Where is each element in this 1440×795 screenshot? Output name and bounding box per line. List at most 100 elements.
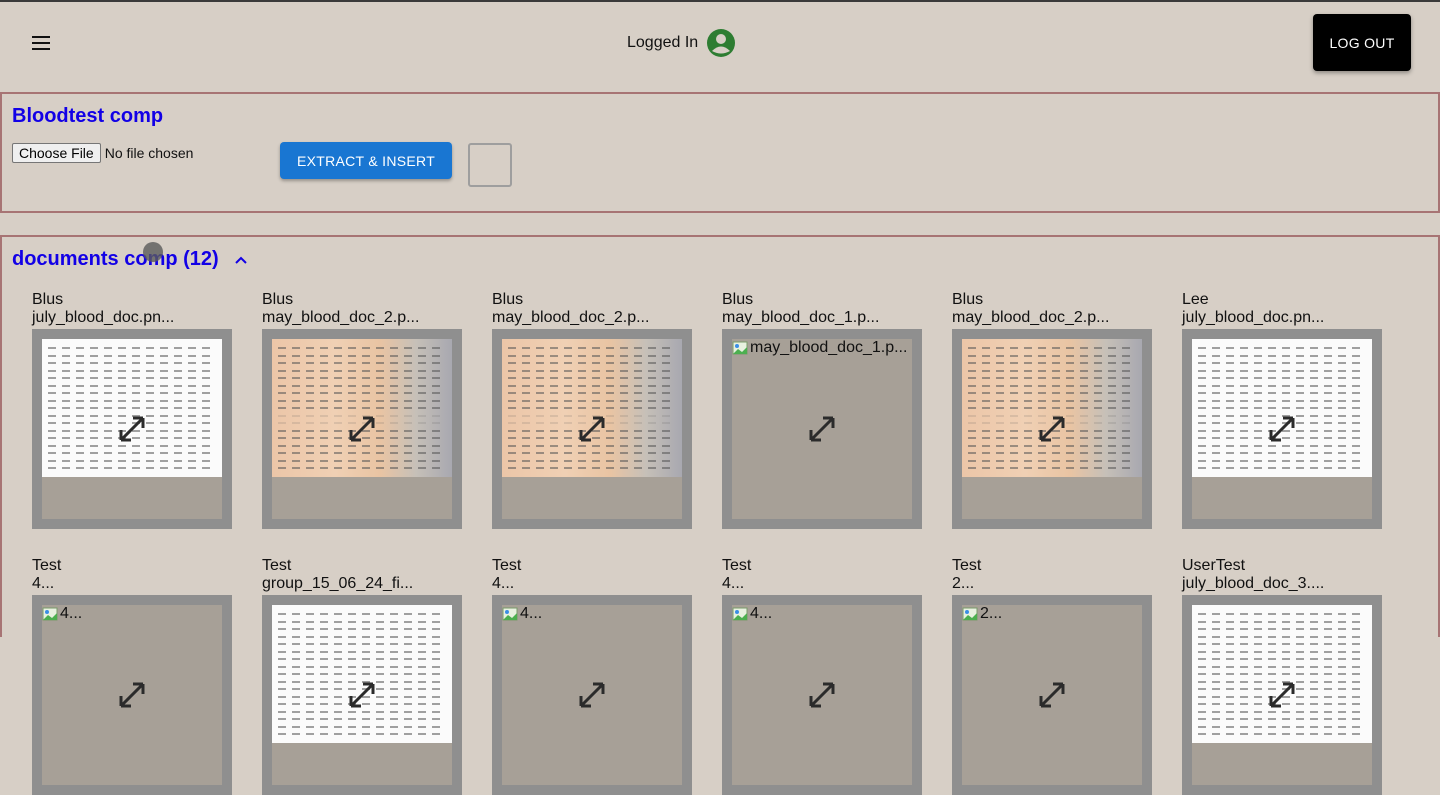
bloodtest-title: Bloodtest comp (12, 105, 164, 127)
expand-icon[interactable] (577, 414, 607, 444)
expand-icon[interactable] (1037, 680, 1067, 710)
thumbnail-frame (1192, 605, 1372, 785)
expand-icon[interactable] (1037, 414, 1067, 444)
document-preview-image (502, 339, 682, 477)
mouse-cursor (143, 242, 163, 262)
thumbnail-frame (42, 339, 222, 519)
image-alt-text: 4... (520, 605, 543, 622)
broken-image-icon (732, 341, 748, 355)
file-status: No file chosen (104, 145, 194, 161)
document-card[interactable]: Blus may_blood_doc_2.p... (952, 291, 1152, 529)
bloodtest-panel: Bloodtest comp Choose File No file chose… (0, 92, 1440, 213)
expand-icon[interactable] (1267, 680, 1297, 710)
broken-image-icon (962, 607, 978, 621)
expand-icon[interactable] (117, 680, 147, 710)
expand-icon[interactable] (1267, 414, 1297, 444)
document-owner: Blus (492, 291, 524, 308)
document-thumbnail[interactable] (262, 329, 462, 529)
document-owner: Blus (952, 291, 984, 308)
image-alt-text: 2... (980, 605, 1003, 622)
document-preview-image (1192, 605, 1372, 743)
documents-title-row: documents comp (12) (12, 248, 249, 271)
document-filename: may_blood_doc_1.p... (722, 309, 880, 326)
choose-file-button[interactable]: Choose File (12, 143, 101, 163)
thumbnail-frame (272, 339, 452, 519)
extract-insert-button[interactable]: EXTRACT & INSERT (280, 142, 452, 179)
document-thumbnail[interactable] (1182, 329, 1382, 529)
document-owner: Test (722, 557, 752, 574)
document-thumbnail[interactable] (952, 329, 1152, 529)
broken-image-icon (732, 607, 748, 621)
document-card[interactable]: Test 4... 4... (492, 557, 692, 795)
document-card[interactable]: Test 4... 4... (32, 557, 232, 795)
document-thumbnail[interactable] (262, 595, 462, 795)
thumbnail-frame: may_blood_doc_1.p... (732, 339, 912, 519)
document-filename: 4... (492, 575, 515, 592)
document-card[interactable]: Blus may_blood_doc_2.p... (492, 291, 692, 529)
expand-icon[interactable] (807, 414, 837, 444)
logout-button[interactable]: LOG OUT (1313, 14, 1411, 71)
document-owner: Lee (1182, 291, 1209, 308)
document-preview-image (272, 339, 452, 477)
document-owner: Blus (722, 291, 754, 308)
document-preview-image (1192, 339, 1372, 477)
document-owner: UserTest (1182, 557, 1246, 574)
document-card[interactable]: Blus may_blood_doc_2.p... (262, 291, 462, 529)
document-filename: may_blood_doc_2.p... (492, 309, 650, 326)
document-owner: Blus (32, 291, 64, 308)
thumbnail-frame (1192, 339, 1372, 519)
chevron-up-icon[interactable] (233, 252, 249, 268)
thumbnail-frame: 4... (732, 605, 912, 785)
document-filename: may_blood_doc_2.p... (952, 309, 1110, 326)
broken-image: 2... (962, 605, 1002, 623)
expand-icon[interactable] (347, 680, 377, 710)
image-alt-text: 4... (750, 605, 773, 622)
document-filename: group_15_06_24_fi... (262, 575, 414, 592)
broken-image: may_blood_doc_1.p... (732, 339, 907, 357)
document-thumbnail[interactable]: 4... (722, 595, 922, 795)
document-owner: Blus (262, 291, 294, 308)
expand-icon[interactable] (117, 414, 147, 444)
document-card[interactable]: UserTest july_blood_doc_3.... (1182, 557, 1382, 795)
document-thumbnail[interactable]: may_blood_doc_1.p... (722, 329, 922, 529)
document-preview-image (272, 605, 452, 743)
document-owner: Test (32, 557, 62, 574)
document-card[interactable]: Lee july_blood_doc.pn... (1182, 291, 1382, 529)
expand-icon[interactable] (577, 680, 607, 710)
document-filename: july_blood_doc.pn... (32, 309, 175, 326)
document-thumbnail[interactable]: 2... (952, 595, 1152, 795)
document-card[interactable]: Test group_15_06_24_fi... (262, 557, 462, 795)
document-preview-image (42, 339, 222, 477)
document-card[interactable]: Blus july_blood_doc.pn... (32, 291, 232, 529)
expand-icon[interactable] (807, 680, 837, 710)
document-owner: Test (262, 557, 292, 574)
broken-image: 4... (502, 605, 542, 623)
menu-icon[interactable] (26, 28, 56, 58)
document-thumbnail[interactable]: 4... (492, 595, 692, 795)
image-alt-text: may_blood_doc_1.p... (750, 339, 908, 356)
document-thumbnail[interactable] (1182, 595, 1382, 795)
broken-image: 4... (42, 605, 82, 623)
document-card[interactable]: Test 4... 4... (722, 557, 922, 795)
file-input: Choose File No file chosen (12, 143, 193, 163)
document-filename: july_blood_doc.pn... (1182, 309, 1325, 326)
document-filename: 4... (32, 575, 55, 592)
thumbnail-frame: 4... (42, 605, 222, 785)
document-thumbnail[interactable] (492, 329, 692, 529)
document-thumbnail[interactable]: 4... (32, 595, 232, 795)
broken-image: 4... (732, 605, 772, 623)
document-filename: july_blood_doc_3.... (1182, 575, 1325, 592)
broken-image-icon (502, 607, 518, 621)
option-checkbox[interactable] (468, 143, 512, 187)
login-status-label: Logged In (627, 34, 699, 51)
document-card[interactable]: Blus may_blood_doc_1.p... may_blood_doc_1.… (722, 291, 922, 529)
document-owner: Test (952, 557, 982, 574)
account-circle-icon (707, 29, 736, 57)
expand-icon[interactable] (347, 414, 377, 444)
thumbnail-frame (962, 339, 1142, 519)
document-card[interactable]: Test 2... 2... (952, 557, 1152, 795)
broken-image-icon (42, 607, 58, 621)
document-filename: 2... (952, 575, 975, 592)
document-thumbnail[interactable] (32, 329, 232, 529)
thumbnail-frame: 2... (962, 605, 1142, 785)
